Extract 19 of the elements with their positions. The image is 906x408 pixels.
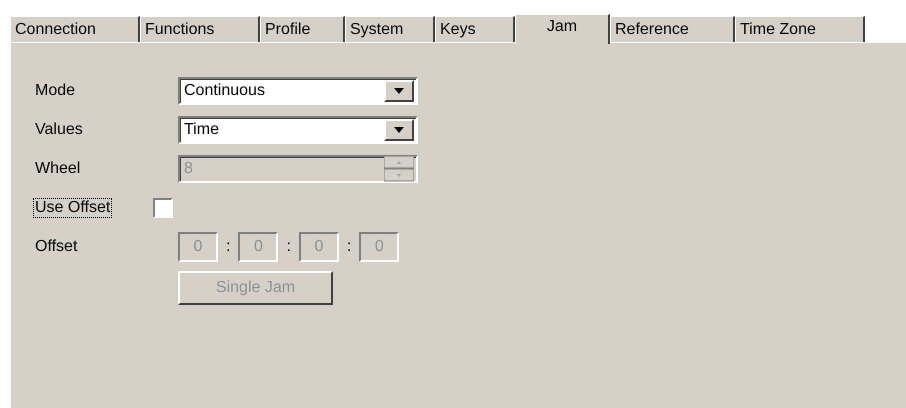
tab[interactable]: Profile bbox=[260, 16, 345, 42]
tab[interactable]: Jam bbox=[515, 14, 610, 44]
tab[interactable]: System bbox=[345, 16, 435, 42]
tab[interactable]: Reference bbox=[610, 16, 735, 42]
tab[interactable]: Functions bbox=[140, 16, 260, 42]
offset-label: Offset bbox=[35, 238, 78, 256]
use-offset-label[interactable]: Use Offset bbox=[33, 198, 112, 218]
mode-dropdown[interactable]: Continuous bbox=[178, 77, 418, 105]
tab[interactable]: Keys bbox=[435, 16, 515, 42]
separator: : bbox=[346, 238, 352, 256]
separator: : bbox=[286, 238, 291, 256]
use-offset-checkbox[interactable] bbox=[153, 198, 174, 218]
values-label: Values bbox=[35, 121, 84, 139]
wheel-label: Wheel bbox=[35, 160, 82, 178]
separator: : bbox=[226, 238, 230, 256]
values-dropdown[interactable]: Time bbox=[178, 116, 418, 144]
tab[interactable]: Connection bbox=[10, 16, 140, 42]
mode-label: Mode bbox=[35, 82, 76, 100]
tab[interactable]: Time Zone bbox=[735, 16, 865, 42]
